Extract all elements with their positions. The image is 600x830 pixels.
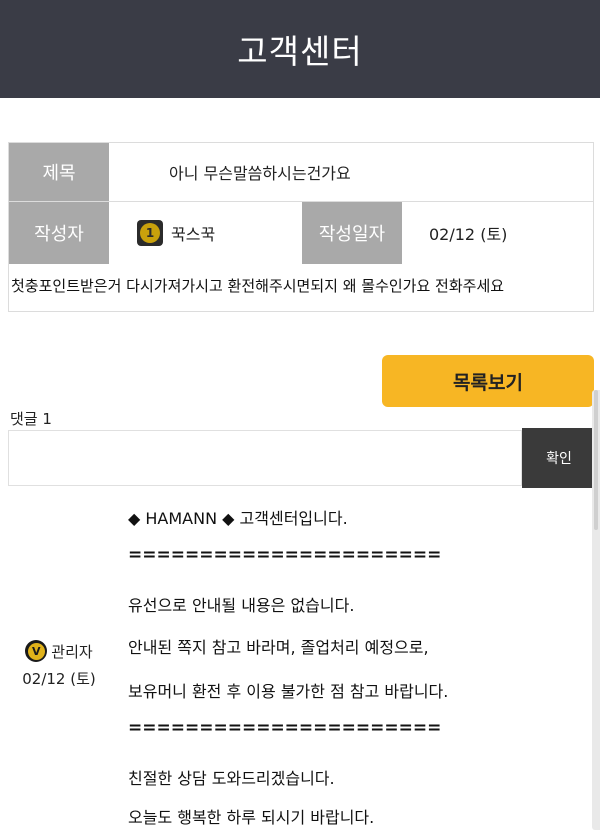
author-label: 작성자 [9, 202, 109, 264]
comment-input[interactable] [8, 430, 522, 486]
comment-line-separator: ====================== [128, 545, 442, 565]
scrollbar-thumb[interactable] [594, 390, 598, 530]
comment-author-block: V 관리자 02/12 (토) [14, 640, 104, 689]
comment-line-separator: ====================== [128, 718, 442, 738]
page-title: 고객센터 [237, 32, 363, 71]
admin-badge-letter: V [27, 642, 45, 660]
level-badge-number: 1 [140, 223, 160, 243]
comment-line: 오늘도 행복한 하루 되시기 바랍니다. [128, 808, 375, 827]
list-view-button[interactable]: 목록보기 [382, 355, 594, 407]
scrollbar[interactable] [592, 390, 600, 830]
app-header: 고객센터 [0, 0, 600, 98]
level-badge-icon: 1 [137, 220, 163, 246]
author-name: 꾹스꾹 [171, 225, 216, 244]
post-body: 첫충포인트받은거 다시가져가시고 환전해주시면되지 왜 몰수인가요 전화주세요 [11, 277, 505, 295]
comment-author-name: 관리자 [51, 642, 93, 661]
author-value: 1 꾹스꾹 [137, 202, 215, 264]
author-row: 작성자 1 꾹스꾹 작성일자 02/12 (토) [9, 201, 593, 264]
date-label: 작성일자 [302, 202, 402, 264]
post-info-panel: 제목 아니 무슨말씀하시는건가요 작성자 1 꾹스꾹 작성일자 02/12 (토… [8, 142, 594, 312]
comment-submit-button[interactable]: 확인 [522, 428, 596, 488]
admin-badge-icon: V [25, 640, 48, 662]
subject-value: 아니 무슨말씀하시는건가요 [169, 164, 351, 183]
comment-count: 댓글 1 [10, 410, 52, 428]
subject-label: 제목 [9, 143, 109, 201]
subject-row: 제목 아니 무슨말씀하시는건가요 [9, 143, 593, 201]
comment-line: 유선으로 안내될 내용은 없습니다. [128, 596, 355, 615]
post-date: 02/12 (토) [429, 225, 508, 244]
comment-date: 02/12 (토) [22, 670, 96, 688]
comment-line: 친절한 상담 도와드리겠습니다. [128, 769, 335, 788]
comment-line: 안내된 쪽지 참고 바라며, 졸업처리 예정으로, [128, 638, 429, 657]
comment-line-greeting: ◆ HAMANN ◆ 고객센터입니다. [128, 509, 348, 528]
comment-line: 보유머니 환전 후 이용 불가한 점 참고 바랍니다. [128, 682, 449, 701]
